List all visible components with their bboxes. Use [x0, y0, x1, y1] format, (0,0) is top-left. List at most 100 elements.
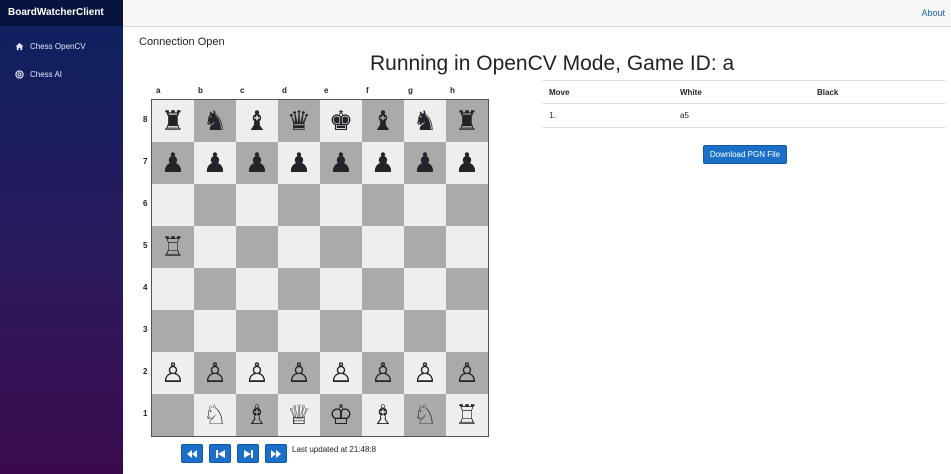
chess-piece[interactable]: ♛	[287, 108, 311, 135]
square-e5[interactable]	[320, 226, 362, 268]
square-b2[interactable]: ♙	[194, 352, 236, 394]
sidebar-item-chess-ai[interactable]: Chess AI	[0, 66, 123, 82]
square-d1[interactable]: ♕	[278, 394, 320, 436]
square-e4[interactable]	[320, 268, 362, 310]
square-e2[interactable]: ♙	[320, 352, 362, 394]
chess-piece[interactable]: ♝	[245, 108, 269, 135]
chess-piece[interactable]: ♖	[455, 402, 479, 429]
square-b6[interactable]	[194, 184, 236, 226]
square-f3[interactable]	[362, 310, 404, 352]
chess-piece[interactable]: ♟	[161, 150, 185, 177]
chess-piece[interactable]: ♞	[413, 108, 437, 135]
square-g7[interactable]: ♟	[404, 142, 446, 184]
sidebar-item-chess-opencv[interactable]: Chess OpenCV	[0, 38, 123, 54]
download-pgn-button[interactable]: Download PGN File	[703, 145, 787, 164]
square-c4[interactable]	[236, 268, 278, 310]
square-h4[interactable]	[446, 268, 488, 310]
chess-board[interactable]: ♜ ♞ ♝ ♛ ♚ ♝ ♞ ♜ ♟ ♟ ♟ ♟ ♟ ♟ ♟ ♟ ♖ ♙ ♙ ♙ ♙ ♙ ♙ ♙ ♙ ♘ ♗ ♕ ♔ ♗ ♘ ♖	[151, 99, 489, 437]
square-f6[interactable]	[362, 184, 404, 226]
chess-piece[interactable]: ♕	[287, 402, 311, 429]
square-d5[interactable]	[278, 226, 320, 268]
square-f7[interactable]: ♟	[362, 142, 404, 184]
square-a5[interactable]: ♖	[152, 226, 194, 268]
square-g2[interactable]: ♙	[404, 352, 446, 394]
square-a3[interactable]	[152, 310, 194, 352]
chess-piece[interactable]: ♚	[329, 108, 353, 135]
square-d7[interactable]: ♟	[278, 142, 320, 184]
square-f1[interactable]: ♗	[362, 394, 404, 436]
app-brand[interactable]: BoardWatcherClient	[0, 0, 123, 26]
square-e3[interactable]	[320, 310, 362, 352]
chess-piece[interactable]: ♗	[371, 402, 395, 429]
chess-piece[interactable]: ♟	[455, 150, 479, 177]
square-c8[interactable]: ♝	[236, 100, 278, 142]
last-move-button[interactable]	[265, 444, 287, 463]
chess-piece[interactable]: ♘	[203, 402, 227, 429]
square-c7[interactable]: ♟	[236, 142, 278, 184]
square-g8[interactable]: ♞	[404, 100, 446, 142]
square-b8[interactable]: ♞	[194, 100, 236, 142]
square-e8[interactable]: ♚	[320, 100, 362, 142]
square-f5[interactable]	[362, 226, 404, 268]
chess-piece[interactable]: ♙	[329, 360, 353, 387]
square-a7[interactable]: ♟	[152, 142, 194, 184]
chess-piece[interactable]: ♙	[371, 360, 395, 387]
square-h7[interactable]: ♟	[446, 142, 488, 184]
square-c6[interactable]	[236, 184, 278, 226]
square-f4[interactable]	[362, 268, 404, 310]
chess-piece[interactable]: ♔	[329, 402, 353, 429]
square-g3[interactable]	[404, 310, 446, 352]
chess-piece[interactable]: ♝	[371, 108, 395, 135]
square-f8[interactable]: ♝	[362, 100, 404, 142]
chess-piece[interactable]: ♙	[203, 360, 227, 387]
square-a2[interactable]: ♙	[152, 352, 194, 394]
chess-piece[interactable]: ♟	[329, 150, 353, 177]
square-a6[interactable]	[152, 184, 194, 226]
chess-piece[interactable]: ♟	[413, 150, 437, 177]
square-b7[interactable]: ♟	[194, 142, 236, 184]
square-h2[interactable]: ♙	[446, 352, 488, 394]
chess-piece[interactable]: ♙	[161, 360, 185, 387]
chess-piece[interactable]: ♘	[413, 402, 437, 429]
square-d8[interactable]: ♛	[278, 100, 320, 142]
previous-move-button[interactable]	[209, 444, 231, 463]
about-link[interactable]: About	[921, 8, 945, 18]
square-h8[interactable]: ♜	[446, 100, 488, 142]
chess-piece[interactable]: ♟	[245, 150, 269, 177]
square-e7[interactable]: ♟	[320, 142, 362, 184]
square-a8[interactable]: ♜	[152, 100, 194, 142]
square-e6[interactable]	[320, 184, 362, 226]
square-g5[interactable]	[404, 226, 446, 268]
square-b5[interactable]	[194, 226, 236, 268]
square-f2[interactable]: ♙	[362, 352, 404, 394]
square-b3[interactable]	[194, 310, 236, 352]
next-move-button[interactable]	[237, 444, 259, 463]
square-d6[interactable]	[278, 184, 320, 226]
square-a1[interactable]	[152, 394, 194, 436]
square-c2[interactable]: ♙	[236, 352, 278, 394]
square-h5[interactable]	[446, 226, 488, 268]
square-b1[interactable]: ♘	[194, 394, 236, 436]
chess-piece[interactable]: ♜	[455, 108, 479, 135]
chess-piece[interactable]: ♙	[287, 360, 311, 387]
chess-piece[interactable]: ♟	[371, 150, 395, 177]
chess-piece[interactable]: ♟	[203, 150, 227, 177]
chess-piece[interactable]: ♜	[161, 108, 185, 135]
first-move-button[interactable]	[181, 444, 203, 463]
square-d4[interactable]	[278, 268, 320, 310]
square-g4[interactable]	[404, 268, 446, 310]
square-c5[interactable]	[236, 226, 278, 268]
square-d2[interactable]: ♙	[278, 352, 320, 394]
square-e1[interactable]: ♔	[320, 394, 362, 436]
square-c1[interactable]: ♗	[236, 394, 278, 436]
square-g6[interactable]	[404, 184, 446, 226]
chess-piece[interactable]: ♙	[455, 360, 479, 387]
square-a4[interactable]	[152, 268, 194, 310]
square-h3[interactable]	[446, 310, 488, 352]
chess-piece[interactable]: ♗	[245, 402, 269, 429]
square-h6[interactable]	[446, 184, 488, 226]
chess-piece[interactable]: ♙	[245, 360, 269, 387]
chess-piece[interactable]: ♟	[287, 150, 311, 177]
square-d3[interactable]	[278, 310, 320, 352]
chess-piece[interactable]: ♙	[413, 360, 437, 387]
